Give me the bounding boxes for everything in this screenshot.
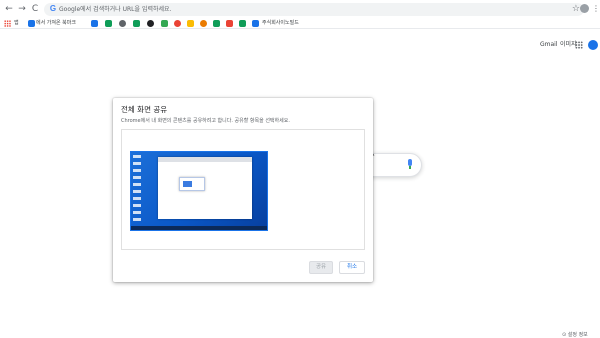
screen-thumbnail[interactable] bbox=[130, 151, 268, 231]
apps-icon[interactable] bbox=[4, 20, 11, 27]
cancel-button[interactable]: 취소 bbox=[339, 261, 365, 274]
reload-button[interactable]: C bbox=[29, 3, 41, 15]
microphone-icon[interactable] bbox=[407, 159, 413, 170]
bookmark-icon[interactable] bbox=[119, 20, 126, 27]
bookmark-icon[interactable] bbox=[91, 20, 98, 27]
address-bar[interactable]: G Google에서 검색하거나 URL을 입력하세요. ☆ bbox=[44, 3, 584, 16]
microphone-stem bbox=[409, 166, 411, 169]
forward-button[interactable]: → bbox=[16, 3, 28, 15]
screen-share-dialog: 전체 화면 공유 Chrome에서 내 화면의 콘텐츠를 공유하려고 합니다. … bbox=[113, 98, 373, 282]
google-apps-icon[interactable] bbox=[575, 41, 583, 49]
folder-icon bbox=[28, 20, 35, 27]
gmail-link[interactable]: Gmail bbox=[540, 41, 558, 49]
selection-border bbox=[130, 151, 268, 231]
bookmark-company[interactable]: 주식회사이노빌드 bbox=[262, 19, 299, 28]
bookmarks-bar: 앱 에서 가져온 북마크 주식회사이노빌드 bbox=[0, 19, 600, 29]
account-avatar[interactable] bbox=[588, 40, 598, 50]
address-bar-placeholder: Google에서 검색하거나 URL을 입력하세요. bbox=[59, 6, 172, 13]
menu-icon[interactable]: ⋮ bbox=[592, 2, 600, 15]
bookmark-icon[interactable] bbox=[239, 20, 246, 27]
profile-avatar-icon[interactable] bbox=[580, 4, 589, 13]
bookmark-apps[interactable]: 앱 bbox=[14, 19, 19, 28]
back-button[interactable]: ← bbox=[3, 3, 15, 15]
microphone-capsule bbox=[408, 159, 412, 166]
bookmark-icon[interactable] bbox=[133, 20, 140, 27]
bookmark-icon[interactable] bbox=[187, 20, 194, 27]
footer-partial-text: ⊙ 설정 정보 bbox=[562, 332, 588, 338]
bookmark-icon[interactable] bbox=[147, 20, 154, 27]
google-icon: G bbox=[49, 4, 57, 13]
bookmark-icon[interactable] bbox=[105, 20, 112, 27]
dialog-title: 전체 화면 공유 bbox=[121, 105, 168, 114]
browser-toolbar: ← → C G Google에서 검색하거나 URL을 입력하세요. ☆ ⋮ bbox=[0, 0, 600, 19]
bookmark-icon[interactable] bbox=[252, 20, 259, 27]
bookmark-imported[interactable]: 에서 가져온 북마크 bbox=[36, 19, 76, 28]
bookmark-icon[interactable] bbox=[200, 20, 207, 27]
bookmark-icon[interactable] bbox=[226, 20, 233, 27]
dialog-description: Chrome에서 내 화면의 콘텐츠를 공유하려고 합니다. 공유할 항목을 선… bbox=[121, 118, 290, 124]
bookmark-icon[interactable] bbox=[213, 20, 220, 27]
screen-source-list bbox=[121, 129, 365, 250]
bookmark-star-icon[interactable]: ☆ bbox=[572, 3, 580, 16]
bookmark-icon[interactable] bbox=[174, 20, 181, 27]
bookmark-icon[interactable] bbox=[161, 20, 168, 27]
share-button[interactable]: 공유 bbox=[309, 261, 333, 274]
